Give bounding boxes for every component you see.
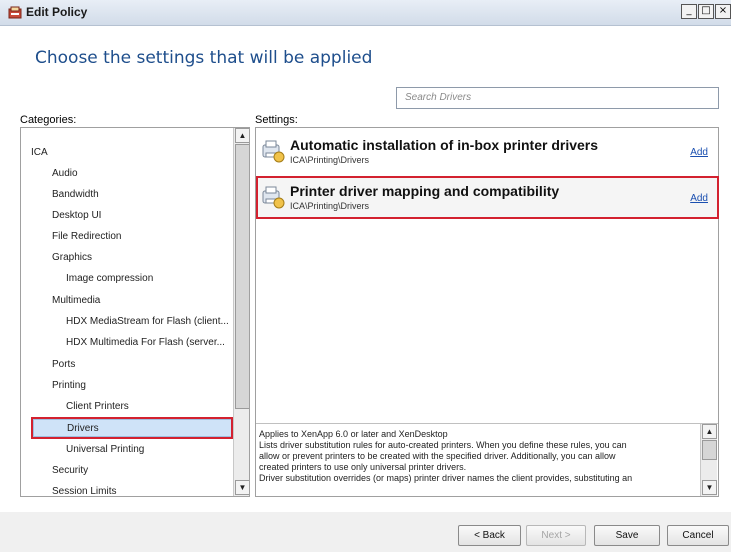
scroll-down-icon[interactable]: ▼ xyxy=(702,480,717,495)
tree-item-ica[interactable]: ICA xyxy=(31,144,48,162)
description-panel: Applies to XenApp 6.0 or later and XenDe… xyxy=(256,423,718,496)
title-bar: Edit Policy _ □ × xyxy=(0,0,731,26)
window-controls: _ □ × xyxy=(680,4,731,19)
setting-title: Automatic installation of in-box printer… xyxy=(290,137,599,153)
tree-item-desktop-ui[interactable]: Desktop UI xyxy=(52,207,101,225)
tree-item-ports[interactable]: Ports xyxy=(52,356,75,374)
description-line: Driver substitution overrides (or maps) … xyxy=(259,473,633,483)
tree-item-universal-printing[interactable]: Universal Printing xyxy=(66,441,144,459)
tree-item-image-compression[interactable]: Image compression xyxy=(66,270,153,288)
categories-label: Categories: xyxy=(20,114,77,126)
scroll-up-icon[interactable]: ▲ xyxy=(702,424,717,439)
settings-label: Settings: xyxy=(255,114,298,126)
close-button[interactable]: × xyxy=(715,4,731,19)
search-input[interactable]: Search Drivers xyxy=(396,87,719,109)
tree-item-audio[interactable]: Audio xyxy=(52,165,78,183)
policy-icon xyxy=(8,6,22,19)
description-line: Applies to XenApp 6.0 or later and XenDe… xyxy=(259,429,448,439)
description-line: Lists driver substitution rules for auto… xyxy=(259,440,627,450)
printer-mapping-highlight-box xyxy=(256,176,719,219)
tree-item-bandwidth[interactable]: Bandwidth xyxy=(52,186,99,204)
tree-item-graphics[interactable]: Graphics xyxy=(52,249,92,267)
description-line: created printers to use only universal p… xyxy=(259,462,467,472)
printer-policy-icon xyxy=(262,140,285,163)
back-button[interactable]: < Back xyxy=(458,525,521,546)
tree-item-client-printers[interactable]: Client Printers xyxy=(66,398,129,416)
next-button[interactable]: Next > xyxy=(526,525,586,546)
scroll-down-icon[interactable]: ▼ xyxy=(235,480,249,495)
scroll-thumb[interactable] xyxy=(235,144,249,409)
setting-row[interactable]: Automatic installation of in-box printer… xyxy=(256,132,718,172)
minimize-button[interactable]: _ xyxy=(681,4,697,19)
description-scrollbar[interactable]: ▲ ▼ xyxy=(700,424,717,496)
tree-item-security[interactable]: Security xyxy=(52,462,88,480)
save-button[interactable]: Save xyxy=(594,525,660,546)
categories-scrollbar[interactable]: ▲ ▼ xyxy=(233,128,249,496)
tree-item-session-limits[interactable]: Session Limits xyxy=(52,483,116,496)
window-title: Edit Policy xyxy=(26,5,88,19)
tree-item-hdx-mediastream[interactable]: HDX MediaStream for Flash (client... xyxy=(66,313,229,331)
tree-item-file-redirection[interactable]: File Redirection xyxy=(52,228,121,246)
tree-item-hdx-multimedia[interactable]: HDX Multimedia For Flash (server... xyxy=(66,334,225,352)
tree-item-printing[interactable]: Printing xyxy=(52,377,86,395)
page-heading: Choose the settings that will be applied xyxy=(35,48,373,68)
add-link[interactable]: Add xyxy=(690,147,708,158)
setting-path: ICA\Printing\Drivers xyxy=(290,155,370,165)
drivers-highlight-box xyxy=(31,417,233,439)
cancel-button[interactable]: Cancel xyxy=(667,525,729,546)
scroll-up-icon[interactable]: ▲ xyxy=(235,128,249,143)
scroll-thumb[interactable] xyxy=(702,440,717,460)
description-line: allow or prevent printers to be created … xyxy=(259,451,616,461)
categories-list: ICA Audio Bandwidth Desktop UI File Redi… xyxy=(21,128,233,496)
maximize-button[interactable]: □ xyxy=(698,4,714,19)
description-text: Applies to XenApp 6.0 or later and XenDe… xyxy=(259,429,695,484)
tree-item-multimedia[interactable]: Multimedia xyxy=(52,292,100,310)
categories-tree[interactable]: ICA Audio Bandwidth Desktop UI File Redi… xyxy=(20,127,250,497)
